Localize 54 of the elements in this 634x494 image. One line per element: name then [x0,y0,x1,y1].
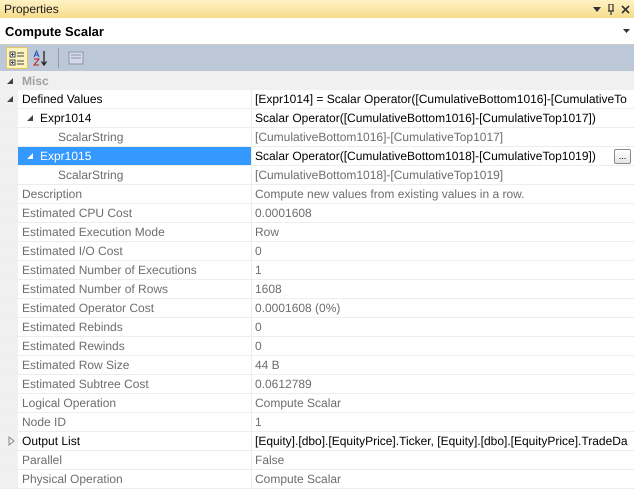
property-value: [Expr1014] = Scalar Operator([CumulativeBottom1016]-[CumulativeTo [255,92,628,106]
property-value: False [255,453,286,467]
property-name: Estimated Rebinds [21,320,123,334]
property-value: [CumulativeBottom1018]-[CumulativeTop1019] [255,168,504,182]
property-name: Estimated Execution Mode [21,225,165,239]
collapsed-arrow-icon[interactable] [6,436,16,446]
category-label: Misc [21,74,49,88]
dropdown-arrow-icon[interactable] [623,29,630,33]
property-name: ScalarString [57,168,124,182]
property-name: Expr1015 [39,149,92,163]
property-name: Estimated I/O Cost [21,244,123,258]
property-value: 0.0001608 (0%) [255,301,342,315]
property-name: Physical Operation [21,472,123,486]
property-value: 44 B [255,358,281,372]
categorized-view-button[interactable] [6,47,28,69]
property-name: Defined Values [21,92,102,106]
property-value: 0.0001608 [255,206,313,220]
property-value: Compute new values from existing values in a row. [255,187,526,201]
close-icon[interactable] [621,4,630,14]
property-value: [Equity].[dbo].[EquityPrice].Ticker, [Equity].[dbo].[EquityPrice].TradeDa [255,434,629,448]
property-name: ScalarString [57,130,124,144]
ellipsis-button[interactable]: ... [614,148,631,164]
property-name: Node ID [21,415,66,429]
property-name: Estimated CPU Cost [21,206,132,220]
panel-title: Properties [4,2,60,16]
expanded-arrow-icon[interactable] [6,94,16,104]
property-value: 1 [255,415,263,429]
pin-icon[interactable] [607,4,615,14]
property-value: Row [255,225,280,239]
property-value: [CumulativeBottom1016]-[CumulativeTop1017] [255,130,504,144]
property-name: Expr1014 [39,111,92,125]
property-value: 0 [255,244,263,258]
property-name: Description [21,187,82,201]
expanded-arrow-icon[interactable] [6,76,16,86]
property-name: Logical Operation [21,396,116,410]
property-name: Estimated Number of Executions [21,263,197,277]
property-value: 0 [255,339,263,353]
property-value: Scalar Operator([CumulativeBottom1016]-[CumulativeTop1017]) [255,111,597,125]
property-name: Estimated Subtree Cost [21,377,149,391]
property-value: 1608 [255,282,283,296]
property-value: Compute Scalar [255,472,342,486]
property-name: Estimated Row Size [21,358,130,372]
property-value: Scalar Operator([CumulativeBottom1018]-[CumulativeTop1019]) [255,149,597,163]
property-name: Parallel [21,453,62,467]
property-name: Estimated Number of Rows [21,282,168,296]
property-value: 0 [255,320,263,334]
property-name: Output List [21,434,80,448]
property-name: Estimated Rewinds [21,339,125,353]
property-value: Compute Scalar [255,396,342,410]
expanded-arrow-icon[interactable] [26,113,36,123]
property-value: 1 [255,263,263,277]
property-name: Estimated Operator Cost [21,301,154,315]
property-value: 0.0612789 [255,377,313,391]
dropdown-arrow-icon[interactable] [593,6,601,12]
